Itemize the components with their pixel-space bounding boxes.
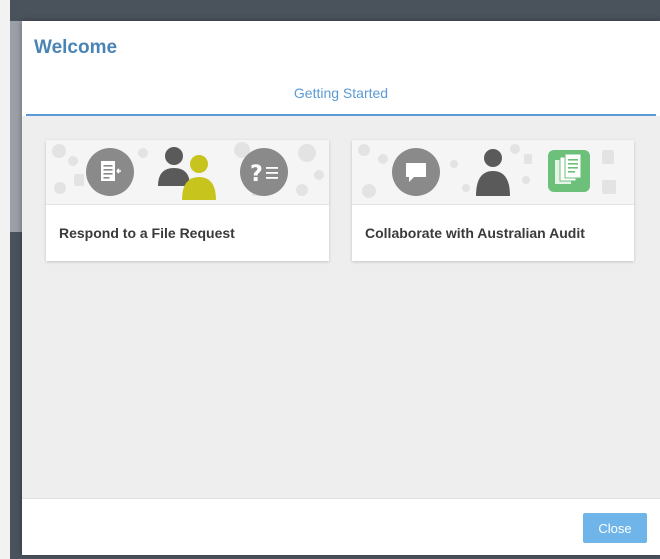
collaborate-australian-audit-card[interactable]: Collaborate with Australian Audit xyxy=(352,140,634,261)
background-dot xyxy=(450,160,458,168)
people-icon xyxy=(158,147,216,200)
background-dot xyxy=(298,144,316,162)
background-square xyxy=(524,154,532,164)
dialog-header: Welcome xyxy=(22,21,660,77)
background-dot xyxy=(358,144,370,156)
app-backdrop-left-lower xyxy=(10,232,22,559)
respond-file-request-card[interactable]: ? Respond to a File Request xyxy=(46,140,329,261)
welcome-dialog: Welcome Getting Started ? Respond to a F… xyxy=(22,21,660,555)
question-list-icon: ? xyxy=(240,148,288,196)
dialog-body: ? Respond to a File Request Collaborate … xyxy=(22,116,660,498)
background-dot xyxy=(52,144,66,158)
person-icon xyxy=(476,149,510,196)
dialog-tabs: Getting Started xyxy=(26,78,656,116)
close-button[interactable]: Close xyxy=(583,513,647,543)
background-dot xyxy=(378,154,388,164)
dialog-title: Welcome xyxy=(34,37,118,58)
background-square xyxy=(74,174,84,186)
svg-text:?: ? xyxy=(250,162,263,187)
card-label: Respond to a File Request xyxy=(59,225,235,241)
card-label: Collaborate with Australian Audit xyxy=(365,225,585,241)
background-dot xyxy=(314,170,324,180)
background-dot xyxy=(362,184,376,198)
documents-stack-icon xyxy=(548,150,590,192)
background-dot xyxy=(522,176,530,184)
background-square xyxy=(602,180,616,194)
card-banner xyxy=(352,140,634,205)
dialog-footer: Close xyxy=(22,498,660,555)
background-dot xyxy=(68,156,78,166)
tab-getting-started[interactable]: Getting Started xyxy=(294,85,388,101)
background-dot xyxy=(138,148,148,158)
chat-bubble-icon xyxy=(392,148,440,196)
background-dot xyxy=(462,184,470,192)
background-square xyxy=(602,150,614,164)
card-banner: ? xyxy=(46,140,329,205)
background-dot xyxy=(296,184,308,196)
document-arrow-icon xyxy=(86,148,134,196)
background-dot xyxy=(54,182,66,194)
app-backdrop-top xyxy=(10,0,660,21)
